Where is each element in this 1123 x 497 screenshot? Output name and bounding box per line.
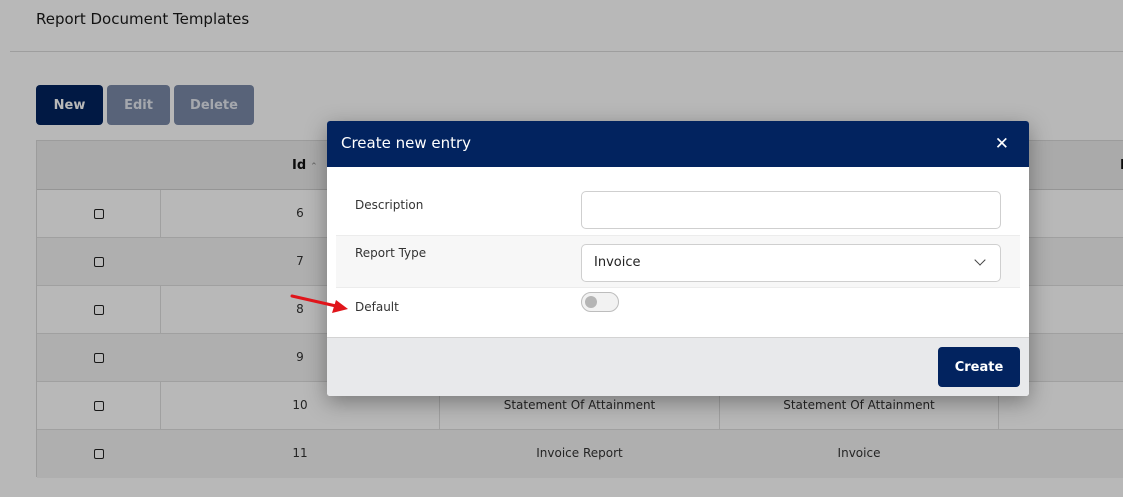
create-entry-dialog: Create new entry ✕ Description Report Ty… xyxy=(327,121,1029,396)
report-type-select[interactable]: Invoice xyxy=(581,244,1001,282)
form-row-report-type: Report Type Invoice xyxy=(336,235,1020,288)
chevron-down-icon xyxy=(974,254,986,266)
default-label: Default xyxy=(355,300,399,314)
description-label: Description xyxy=(355,198,424,212)
close-icon[interactable]: ✕ xyxy=(995,134,1009,154)
form-row-default: Default xyxy=(336,289,1020,329)
create-button[interactable]: Create xyxy=(938,347,1020,387)
toggle-knob xyxy=(585,296,597,308)
dialog-header: Create new entry ✕ xyxy=(327,121,1029,167)
dialog-title: Create new entry xyxy=(341,134,472,152)
default-toggle[interactable] xyxy=(581,292,619,312)
description-input[interactable] xyxy=(581,191,1001,229)
form-row-description: Description xyxy=(336,188,1020,234)
report-type-value: Invoice xyxy=(594,255,641,270)
annotation-arrow-icon xyxy=(290,294,348,313)
report-type-label: Report Type xyxy=(355,246,427,260)
dialog-footer: Create xyxy=(327,337,1029,396)
